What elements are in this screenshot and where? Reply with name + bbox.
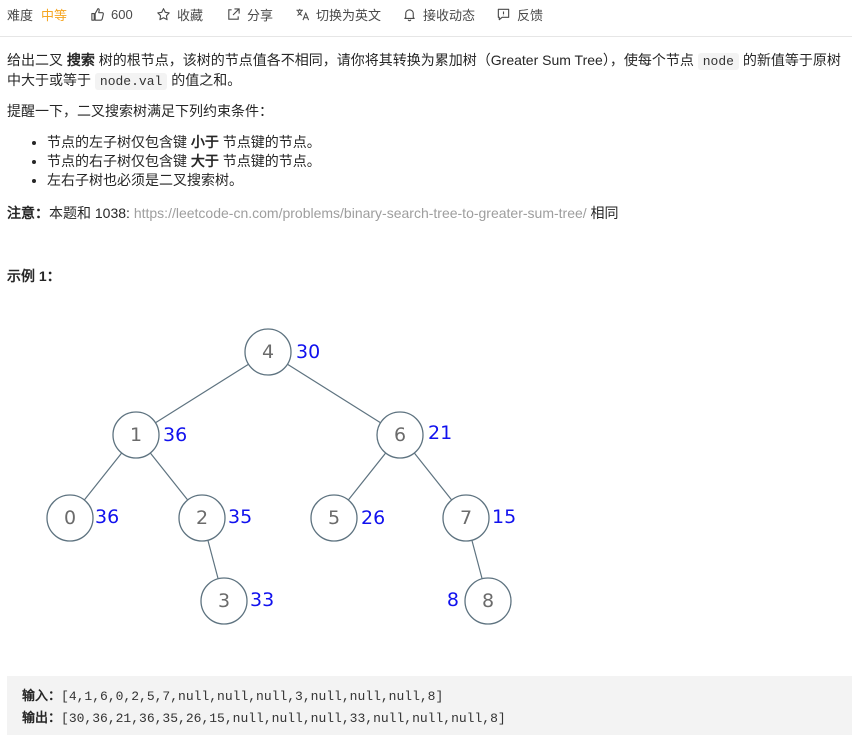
tree-edge (413, 452, 453, 501)
constraints-intro: 提醒一下，二叉搜索树满足下列约束条件： (7, 103, 273, 119)
desc-bold: 搜索 (66, 52, 95, 68)
related-problem-link[interactable]: https://leetcode-cn.com/problems/binary-… (134, 205, 587, 221)
desc-text: 树的根节点，该树的节点值各不相同，请你将其转换为累加树（Greater Sum … (94, 52, 698, 68)
tree-node-value: 5 (328, 507, 340, 529)
problem-description: 给出二叉 搜索 树的根节点，该树的节点值各不相同，请你将其转换为累加树（Grea… (7, 51, 849, 91)
example-io-block: 输入：[4,1,6,0,2,5,7,null,null,null,3,null,… (7, 676, 852, 735)
note: 注意：本题和 1038: https://leetcode-cn.com/pro… (7, 203, 619, 223)
note-label: 注意： (7, 205, 49, 221)
tree-edge (149, 452, 189, 501)
input-value: [4,1,6,0,2,5,7,null,null,null,3,null,nul… (61, 689, 444, 704)
feedback-icon (497, 8, 510, 20)
tree-node-value: 3 (218, 590, 230, 612)
bullet-text: 节点键的节点。 (218, 134, 321, 150)
example-input: 输入：[4,1,6,0,2,5,7,null,null,null,3,null,… (22, 685, 852, 707)
tree-node-sum: 21 (428, 422, 452, 444)
notifications-button[interactable]: 接收动态 (402, 5, 475, 23)
tree-node-sum: 15 (492, 506, 516, 528)
list-item: 节点的左子树仅包含键 小于 节点键的节点。 (47, 133, 321, 152)
tree-node-sum: 36 (163, 424, 187, 446)
bullet-bold: 大于 (190, 153, 219, 169)
tree-edge (347, 452, 387, 501)
difficulty: 难度 中等 (7, 5, 67, 23)
share-label: 分享 (247, 7, 274, 23)
output-value: [30,36,21,36,35,26,15,null,null,null,33,… (61, 711, 506, 726)
list-item: 左右子树也必须是二叉搜索树。 (47, 171, 321, 190)
tree-node-sum: 8 (447, 589, 459, 611)
tree-node-value: 1 (130, 424, 142, 446)
bullet-text: 节点的右子树仅包含键 (47, 153, 191, 169)
tree-edge (471, 540, 483, 579)
tree-edge (83, 452, 123, 501)
favorite-button[interactable]: 收藏 (156, 5, 203, 23)
switch-language-button[interactable]: 切换为英文 (295, 5, 381, 23)
example-title: 示例 1： (7, 268, 61, 284)
tree-node-value: 7 (460, 507, 472, 529)
output-label: 输出： (22, 710, 62, 725)
tree-edge (287, 363, 381, 424)
tree-node-sum: 26 (361, 507, 385, 529)
feedback-label: 反馈 (517, 7, 544, 23)
thumbs-up-icon (91, 7, 104, 21)
note-text: 相同 (586, 205, 619, 221)
bullet-text: 节点的左子树仅包含键 (47, 134, 191, 150)
tree-edge (207, 540, 219, 579)
feedback-button[interactable]: 反馈 (496, 5, 543, 23)
inline-code-node: node (697, 53, 739, 70)
problem-toolbar: 难度 中等 600 收藏 分享 切换为英文 接收动态 反馈 (0, 0, 852, 37)
difficulty-label: 难度 (7, 7, 34, 23)
list-item: 节点的右子树仅包含键 大于 节点键的节点。 (47, 152, 321, 171)
bullet-bold: 小于 (190, 134, 219, 150)
tree-node-value: 4 (262, 341, 274, 363)
bullet-text: 左右子树也必须是二叉搜索树。 (47, 172, 243, 188)
example-tree-diagram: 4 301 36 6 210 36 2 35 5 26 7 153 33 88 (46, 328, 516, 625)
tree-node-value: 0 (64, 507, 76, 529)
like-count: 600 (111, 6, 133, 22)
notifications-label: 接收动态 (423, 7, 476, 23)
constraints-list: 节点的左子树仅包含键 小于 节点键的节点。 节点的右子树仅包含键 大于 节点键的… (7, 133, 321, 190)
note-text: 本题和 1038: (49, 205, 134, 221)
tree-node-sum: 36 (95, 506, 119, 528)
tree-node-sum: 30 (296, 341, 320, 363)
star-icon (157, 7, 170, 20)
desc-text: 的值之和。 (167, 72, 242, 88)
favorite-label: 收藏 (177, 7, 204, 23)
tree-edge (155, 363, 249, 424)
bullet-text: 节点键的节点。 (218, 153, 321, 169)
switch-language-label: 切换为英文 (316, 7, 382, 23)
bell-icon (404, 8, 415, 21)
tree-node-value: 2 (196, 507, 208, 529)
example-output: 输出：[30,36,21,36,35,26,15,null,null,null,… (22, 707, 852, 729)
tree-node-value: 8 (482, 590, 494, 612)
difficulty-badge: 中等 (41, 7, 68, 23)
input-label: 输入： (22, 688, 62, 703)
translate-icon (296, 8, 310, 20)
desc-text: 给出二叉 (7, 52, 67, 68)
share-icon (228, 7, 240, 20)
inline-code-node-val: node.val (94, 73, 168, 90)
share-button[interactable]: 分享 (226, 5, 273, 23)
tree-node-sum: 33 (250, 589, 274, 611)
tree-node-sum: 35 (228, 506, 252, 528)
tree-node-value: 6 (394, 424, 406, 446)
like-button[interactable]: 600 (90, 5, 133, 23)
